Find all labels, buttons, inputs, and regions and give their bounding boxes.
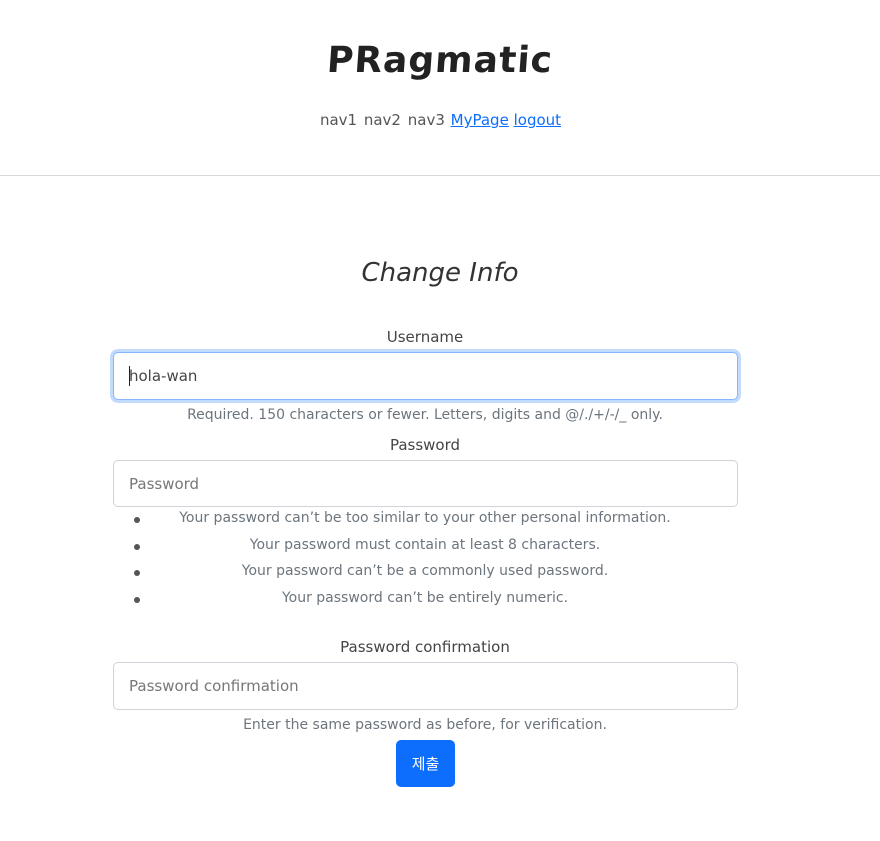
password-confirmation-label: Password confirmation [340, 638, 510, 656]
password-field[interactable] [113, 460, 738, 507]
top-nav: nav1 nav2 nav3 MyPage logout [0, 111, 880, 129]
password-rule-item: Your password must contain at least 8 ch… [0, 537, 850, 564]
password-rule-item: Your password can’t be a commonly used p… [0, 563, 850, 590]
nav-item-nav3[interactable]: nav3 [408, 111, 445, 129]
logout-link[interactable]: logout [514, 111, 561, 129]
header-divider [0, 175, 880, 176]
password-rule-text: Your password can’t be a commonly used p… [241, 563, 609, 579]
mypage-link[interactable]: MyPage [451, 111, 509, 129]
nav-item-nav2[interactable]: nav2 [364, 111, 401, 129]
text-cursor [129, 366, 130, 386]
username-field[interactable] [113, 352, 738, 400]
site-header: PRagmatic nav1 nav2 nav3 MyPage logout [0, 0, 880, 175]
bullet-icon [134, 517, 140, 523]
bullet-icon [134, 543, 140, 550]
password-rule-text: Your password can’t be entirely numeric. [281, 589, 569, 606]
bullet-icon [134, 570, 140, 576]
password-confirmation-help-text: Enter the same password as before, for v… [243, 717, 607, 733]
password-label: Password [389, 436, 461, 454]
site-logo[interactable]: PRagmatic [0, 40, 880, 81]
password-rule-text: Your password must contain at least 8 ch… [249, 536, 601, 553]
username-label: Username [386, 328, 464, 346]
nav-item-nav1[interactable]: nav1 [320, 111, 357, 129]
page-title: Change Info [361, 258, 519, 288]
password-rule-item: Your password can’t be entirely numeric. [0, 590, 850, 617]
bullet-icon [134, 596, 140, 603]
password-rules-list: Your password can’t be too similar to yo… [0, 510, 880, 616]
password-confirmation-field[interactable] [113, 662, 738, 710]
password-rule-item: Your password can’t be too similar to yo… [0, 510, 850, 537]
submit-button[interactable]: 제출 [396, 740, 455, 787]
password-rule-text: Your password can’t be too similar to yo… [179, 510, 671, 526]
username-help-text: Required. 150 characters or fewer. Lette… [187, 407, 663, 423]
